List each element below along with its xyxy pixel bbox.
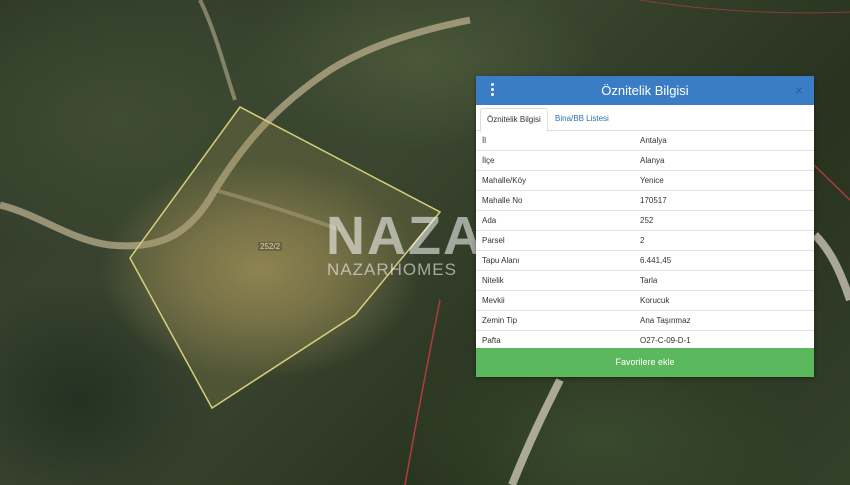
- table-row: Mevkii Korucuk: [476, 291, 814, 311]
- attribute-table: İl Antalya İlçe Alanya Mahalle/Köy Yenice M…: [476, 131, 814, 351]
- row-key: Zemin Tip: [482, 316, 518, 325]
- row-key: Ada: [482, 216, 497, 225]
- table-row: Mahalle No 170517: [476, 191, 814, 211]
- row-value: Antalya: [640, 136, 667, 145]
- table-row: İl Antalya: [476, 131, 814, 151]
- row-value: 2: [640, 236, 645, 245]
- table-row: Mahalle/Köy Yenice: [476, 171, 814, 191]
- row-key: Mahalle No: [482, 196, 523, 205]
- row-key: İl: [482, 136, 486, 145]
- row-value: Yenice: [640, 176, 664, 185]
- paved-road: [812, 232, 850, 302]
- table-row: Parsel 2: [476, 231, 814, 251]
- tab-attribute-info[interactable]: Öznitelik Bilgisi: [480, 108, 548, 132]
- row-value: Korucuk: [640, 296, 670, 305]
- paved-road: [508, 378, 564, 485]
- row-key: Mevkii: [482, 296, 505, 305]
- boundary-line: [813, 164, 850, 201]
- parcel-number-label: 252/2: [258, 242, 283, 251]
- close-icon[interactable]: ×: [792, 83, 806, 97]
- watermark: NAZA NAZARHOMES: [326, 205, 486, 285]
- row-value: 6.441,45: [640, 256, 672, 265]
- row-value: 252: [640, 216, 654, 225]
- boundary-line: [404, 299, 441, 485]
- row-value: Ana Taşınmaz: [640, 316, 691, 325]
- watermark-logo: NAZA: [326, 206, 484, 266]
- table-row: İlçe Alanya: [476, 151, 814, 171]
- table-row: Nitelik Tarla: [476, 271, 814, 291]
- table-row: Zemin Tip Ana Taşınmaz: [476, 311, 814, 331]
- row-key: Nitelik: [482, 276, 504, 285]
- tab-bar: Öznitelik Bilgisi Bina/BB Listesi: [476, 105, 814, 132]
- table-row: Tapu Alanı 6.441,45: [476, 251, 814, 271]
- panel-title: Öznitelik Bilgisi: [601, 83, 689, 98]
- table-row: Ada 252: [476, 211, 814, 231]
- row-key: Mahalle/Köy: [482, 176, 527, 185]
- dirt-road: [198, 0, 237, 101]
- panel-header: Öznitelik Bilgisi ×: [476, 76, 814, 105]
- watermark-text: NAZARHOMES: [327, 260, 457, 279]
- row-key: İlçe: [482, 156, 495, 165]
- tab-building-list[interactable]: Bina/BB Listesi: [549, 108, 615, 130]
- boundary-line: [639, 0, 850, 14]
- row-value: Tarla: [640, 276, 658, 285]
- row-value: 170517: [640, 196, 667, 205]
- row-key: Tapu Alanı: [482, 256, 520, 265]
- row-value: Alanya: [640, 156, 665, 165]
- add-to-favorites-button[interactable]: Favorilere ekle: [476, 348, 814, 377]
- vertical-ellipsis-icon[interactable]: [488, 83, 496, 97]
- attribute-info-panel: Öznitelik Bilgisi × Öznitelik Bilgisi Bi…: [476, 76, 814, 377]
- row-key: Parsel: [482, 236, 505, 245]
